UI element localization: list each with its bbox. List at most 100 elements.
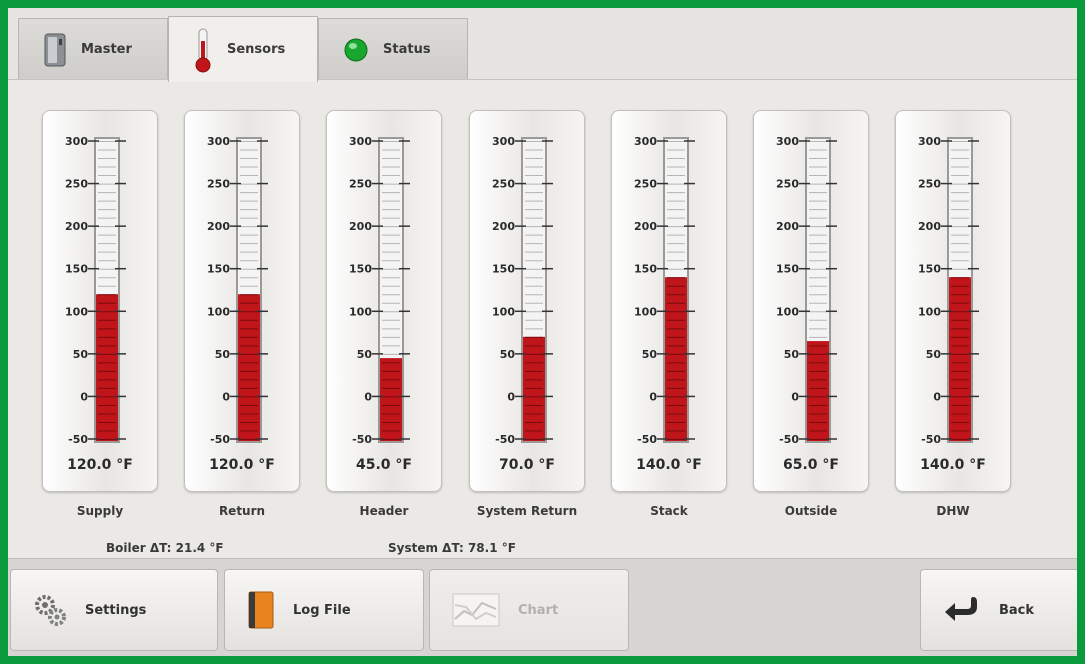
mercury-column — [238, 294, 260, 441]
sensor-gauge: 300 250 200 150 100 50 0 -50 45.0 °F — [326, 110, 442, 492]
scale-tick-label: 0 — [933, 390, 941, 403]
scale-tick-label: 150 — [634, 263, 657, 276]
scale-tick-label: -50 — [210, 433, 230, 446]
scale-tick-label: 150 — [918, 263, 941, 276]
mercury-column — [96, 294, 118, 441]
mercury-column — [807, 341, 829, 441]
scale-tick-label: 250 — [634, 178, 657, 191]
scale-tick-label: 100 — [207, 305, 230, 318]
scale-tick-label: 150 — [207, 263, 230, 276]
scale-tick-label: 0 — [364, 390, 372, 403]
scale-tick-label: 100 — [492, 305, 515, 318]
scale-tick-label: 300 — [492, 135, 515, 148]
sensor-gauge: 300 250 200 150 100 50 0 -50 140.0 °F — [895, 110, 1011, 492]
back-label: Back — [999, 602, 1035, 618]
mercury-column — [380, 358, 402, 441]
tab-master[interactable]: Master — [18, 18, 168, 80]
boiler-icon — [43, 33, 67, 67]
chart-label: Chart — [518, 602, 559, 618]
scale-tick-label: 0 — [507, 390, 515, 403]
sensor-label-dhw: DHW — [936, 504, 970, 518]
sensor-reading: 140.0 °F — [636, 457, 702, 473]
sensor-reading: 45.0 °F — [356, 457, 412, 473]
log-file-button[interactable]: Log File — [224, 569, 424, 651]
scale-tick-label: -50 — [921, 433, 941, 446]
thermometer-scale: 300 250 200 150 100 50 0 -50 — [776, 135, 837, 446]
scale-tick-label: -50 — [495, 433, 515, 446]
scale-tick-label: 250 — [918, 178, 941, 191]
chart-icon — [452, 593, 500, 627]
tab-status[interactable]: Status — [318, 18, 468, 80]
scale-tick-label: 250 — [492, 178, 515, 191]
scale-tick-label: 200 — [65, 220, 88, 233]
sensor-reading: 65.0 °F — [783, 457, 839, 473]
sensor-gauge: 300 250 200 150 100 50 0 -50 65.0 °F — [753, 110, 869, 492]
sensor-label-return: Return — [218, 504, 266, 518]
sensor-label-outside: Outside — [784, 504, 838, 518]
boiler-delta-t: Boiler ΔT: 21.4 °F — [106, 541, 224, 555]
scale-tick-label: 300 — [634, 135, 657, 148]
scale-tick-label: 0 — [80, 390, 88, 403]
scale-tick-label: 200 — [918, 220, 941, 233]
scale-tick-label: 0 — [791, 390, 799, 403]
gears-icon — [33, 593, 67, 627]
tab-bar: Master Sensors Status — [8, 8, 1077, 82]
thermometer-scale: 300 250 200 150 100 50 0 -50 — [634, 135, 695, 446]
sensor-reading: 120.0 °F — [209, 457, 275, 473]
scale-tick-label: 100 — [776, 305, 799, 318]
scale-tick-label: 300 — [776, 135, 799, 148]
sensor-gauge: 300 250 200 150 100 50 0 -50 120.0 °F — [184, 110, 300, 492]
scale-tick-label: 200 — [634, 220, 657, 233]
sensor-reading: 140.0 °F — [920, 457, 986, 473]
scale-tick-label: -50 — [352, 433, 372, 446]
scale-tick-label: 300 — [349, 135, 372, 148]
settings-label: Settings — [85, 602, 147, 618]
thermometer-scale: 300 250 200 150 100 50 0 -50 — [65, 135, 126, 446]
back-button[interactable]: Back — [920, 569, 1077, 651]
scale-tick-label: 0 — [649, 390, 657, 403]
chart-button[interactable]: Chart — [429, 569, 629, 651]
sensor-label-stack: Stack — [650, 504, 688, 518]
app-window: Master Sensors Status 300 250 200 150 10… — [0, 0, 1085, 664]
thermometer-icon — [193, 27, 213, 73]
bottom-toolbar: Settings Log File Chart Back — [8, 558, 1077, 656]
scale-tick-label: 150 — [776, 263, 799, 276]
scale-tick-label: 200 — [349, 220, 372, 233]
scale-tick-label: 150 — [492, 263, 515, 276]
scale-tick-label: 0 — [222, 390, 230, 403]
scale-tick-label: 50 — [357, 348, 373, 361]
sensor-reading: 70.0 °F — [499, 457, 555, 473]
scale-tick-label: 100 — [634, 305, 657, 318]
book-icon — [247, 590, 275, 630]
log-file-label: Log File — [293, 602, 351, 618]
sensor-gauge: 300 250 200 150 100 50 0 -50 70.0 °F — [469, 110, 585, 492]
thermometer-scale: 300 250 200 150 100 50 0 -50 — [492, 135, 553, 446]
scale-tick-label: 300 — [207, 135, 230, 148]
sensor-label-supply: Supply — [76, 504, 124, 518]
scale-tick-label: 200 — [207, 220, 230, 233]
scale-tick-label: 100 — [918, 305, 941, 318]
scale-tick-label: 150 — [65, 263, 88, 276]
scale-tick-label: 100 — [349, 305, 372, 318]
scale-tick-label: 200 — [776, 220, 799, 233]
settings-button[interactable]: Settings — [10, 569, 218, 651]
tab-sensors[interactable]: Sensors — [168, 16, 318, 82]
green-led-icon — [343, 37, 369, 63]
scale-tick-label: 250 — [349, 178, 372, 191]
scale-tick-label: 50 — [500, 348, 516, 361]
scale-tick-label: 300 — [65, 135, 88, 148]
scale-tick-label: 50 — [926, 348, 942, 361]
scale-tick-label: -50 — [68, 433, 88, 446]
tab-status-label: Status — [383, 42, 431, 57]
scale-tick-label: 50 — [215, 348, 231, 361]
scale-tick-label: 250 — [776, 178, 799, 191]
scale-tick-label: 250 — [65, 178, 88, 191]
system-delta-t: System ΔT: 78.1 °F — [388, 541, 516, 555]
scale-tick-label: 250 — [207, 178, 230, 191]
tab-master-label: Master — [81, 42, 132, 57]
sensor-gauge: 300 250 200 150 100 50 0 -50 140.0 °F — [611, 110, 727, 492]
scale-tick-label: 50 — [642, 348, 658, 361]
thermometer-scale: 300 250 200 150 100 50 0 -50 — [207, 135, 268, 446]
scale-tick-label: -50 — [779, 433, 799, 446]
thermometer-scale: 300 250 200 150 100 50 0 -50 — [349, 135, 410, 446]
